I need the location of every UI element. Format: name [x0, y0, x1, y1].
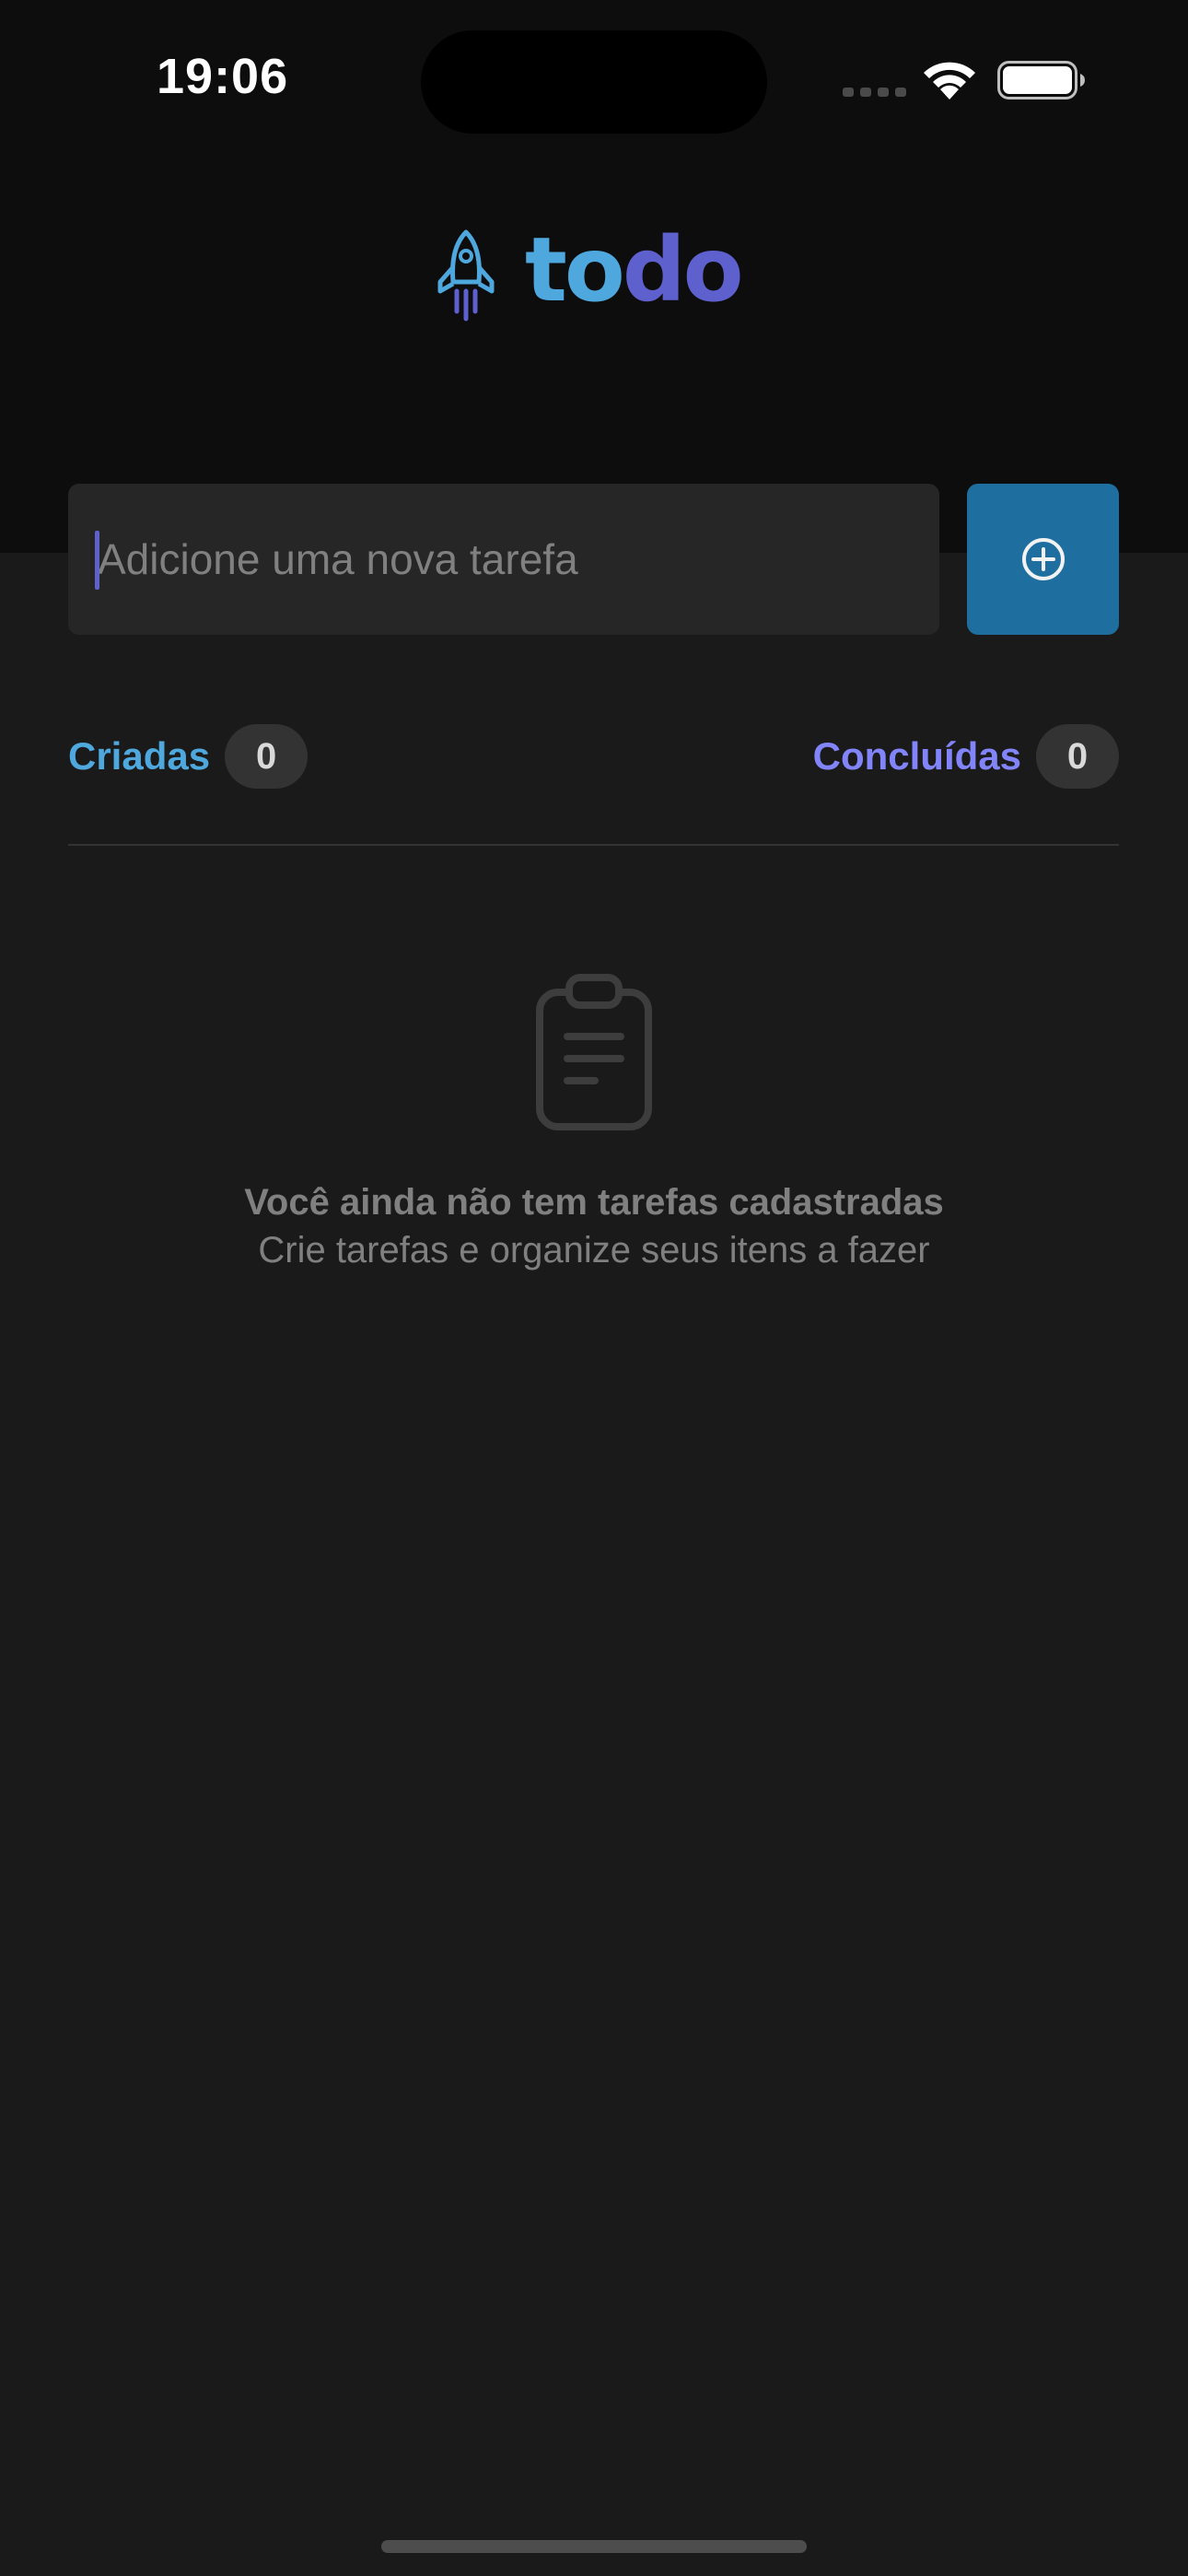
home-indicator — [381, 2540, 807, 2553]
app-logo: todo — [433, 219, 755, 330]
empty-state: Você ainda não tem tarefas cadastradas C… — [0, 972, 1188, 1274]
done-label: Concluídas — [812, 734, 1021, 778]
cellular-signal-icon — [843, 88, 906, 99]
text-caret — [95, 531, 99, 590]
created-label: Criadas — [68, 734, 211, 778]
plus-circle-icon — [1022, 538, 1065, 580]
new-task-input[interactable] — [68, 484, 939, 635]
dynamic-island — [421, 30, 767, 134]
logo-text: todo — [525, 218, 744, 322]
wifi-icon — [924, 62, 975, 100]
status-bar: 19:06 — [0, 0, 1188, 157]
empty-state-subtitle: Crie tarefas e organize seus itens a faz… — [258, 1230, 930, 1270]
status-time: 19:06 — [157, 49, 289, 104]
logo-text-to: to — [525, 218, 625, 322]
done-counter: Concluídas 0 — [813, 724, 1119, 789]
logo-text-do: do — [622, 218, 744, 322]
created-count-badge: 0 — [225, 724, 309, 789]
add-task-button[interactable] — [967, 484, 1119, 635]
rocket-icon — [437, 229, 495, 322]
battery-icon — [997, 61, 1085, 100]
created-counter: Criadas 0 — [68, 724, 309, 789]
empty-state-title: Você ainda não tem tarefas cadastradas — [244, 1182, 944, 1223]
list-divider — [68, 844, 1119, 846]
clipboard-icon — [536, 974, 652, 1130]
done-count-badge: 0 — [1036, 724, 1119, 789]
